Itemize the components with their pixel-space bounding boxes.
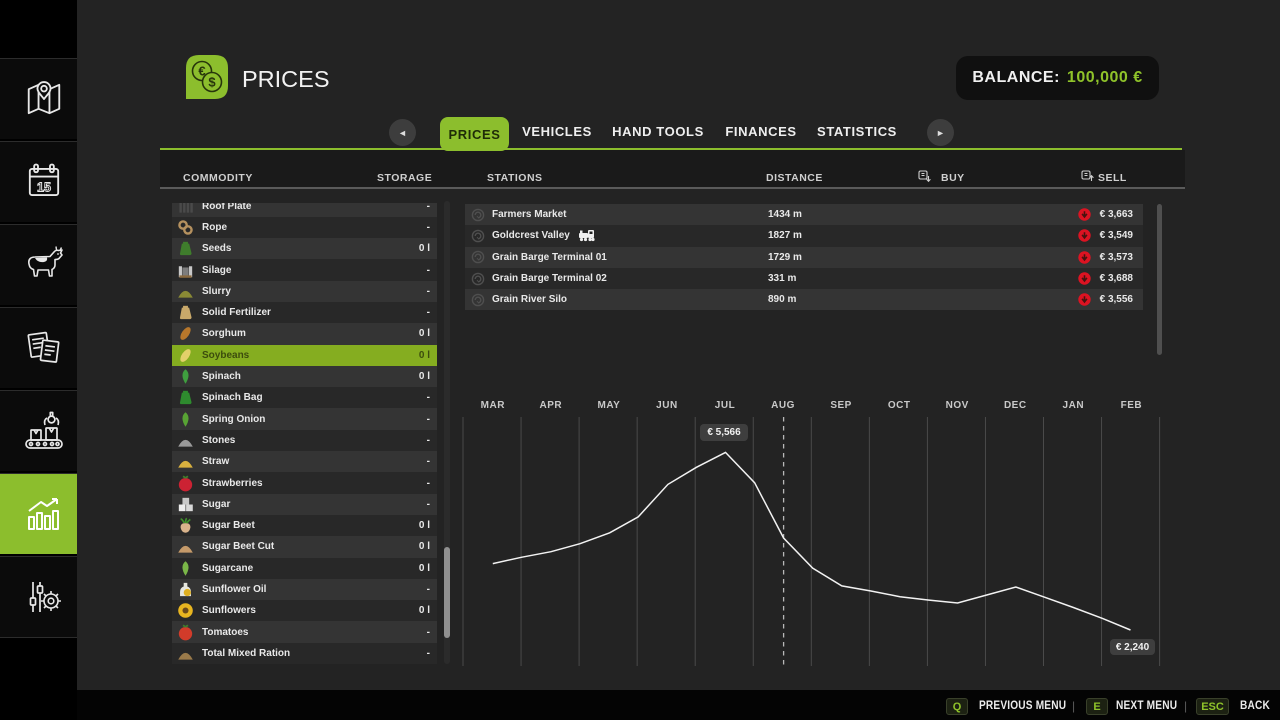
svg-text:15: 15	[37, 180, 51, 194]
svg-text:$: $	[208, 75, 216, 90]
